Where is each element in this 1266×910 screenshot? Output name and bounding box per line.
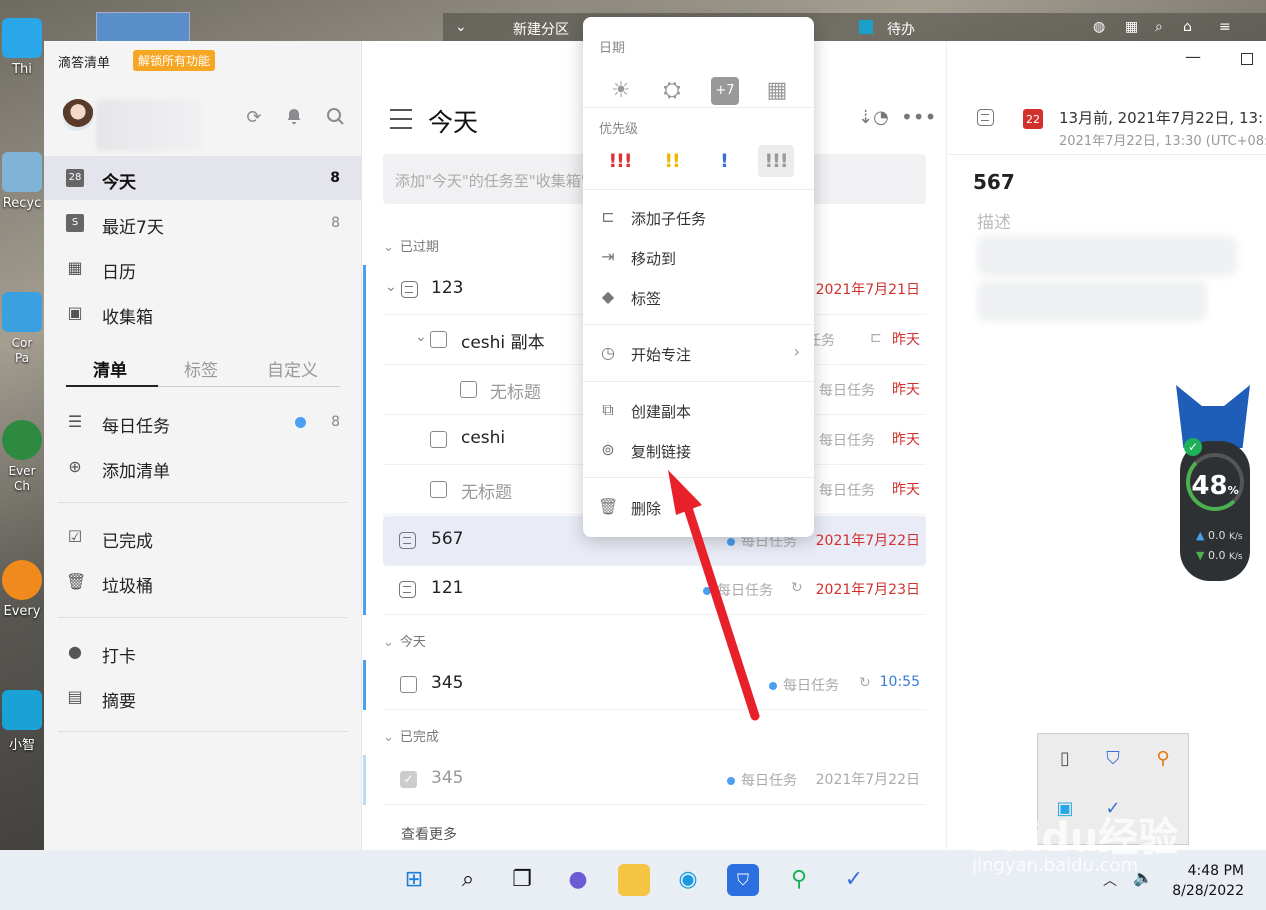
task-view-icon[interactable]: ❐ bbox=[506, 864, 538, 896]
clock[interactable]: 4:48 PM 8/28/2022 bbox=[1172, 861, 1244, 901]
file-explorer-icon[interactable] bbox=[618, 864, 650, 896]
ticktick-icon[interactable]: ✓ bbox=[838, 864, 870, 896]
start-windows-icon[interactable]: ⊞ bbox=[398, 864, 430, 896]
network-speed-widget[interactable]: 48% ▲ 0.0 K/s ▼ 0.0 K/s bbox=[1176, 385, 1250, 581]
edge-icon[interactable]: ◉ bbox=[672, 864, 704, 896]
shield-icon[interactable]: ⛉ bbox=[1102, 748, 1124, 770]
usb-icon[interactable]: ▯ bbox=[1054, 748, 1076, 770]
security-app-icon[interactable]: ⛉ bbox=[727, 864, 759, 896]
usage-percent: 48 bbox=[1191, 471, 1228, 501]
search-icon[interactable]: ⌕ bbox=[452, 864, 484, 896]
everything-tray-icon[interactable]: ⚲ bbox=[1152, 748, 1174, 770]
upload-speed: 0.0 bbox=[1207, 529, 1226, 542]
check-badge-icon: ✓ bbox=[1184, 438, 1202, 456]
watermark-url: jingyan.baidu.com bbox=[972, 855, 1139, 876]
chat-icon[interactable]: ● bbox=[562, 864, 594, 896]
download-speed: 0.0 bbox=[1207, 549, 1226, 562]
green-search-icon[interactable]: ⚲ bbox=[783, 864, 815, 896]
